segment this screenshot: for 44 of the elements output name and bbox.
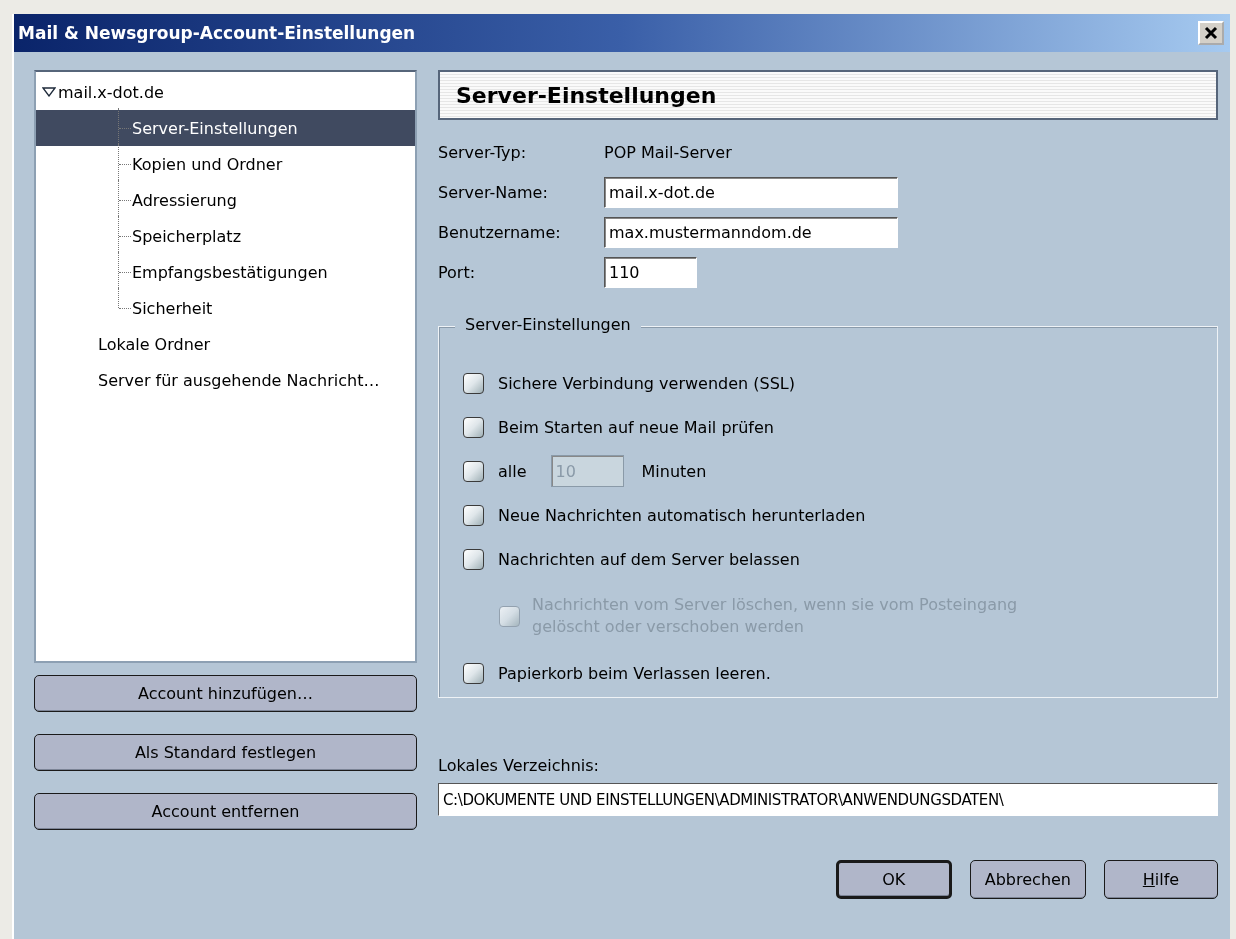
- group-legend: Server-Einstellungen: [455, 315, 641, 334]
- checkbox[interactable]: [463, 548, 484, 570]
- tree-item[interactable]: Empfangsbestätigungen: [36, 254, 415, 290]
- dialog-button[interactable]: OK: [835, 860, 952, 899]
- checkbox-label: Neue Nachrichten automatisch herunterladen: [498, 505, 866, 525]
- unit-label: Minuten: [641, 461, 707, 481]
- dialog-button[interactable]: Hilfe: [1104, 860, 1218, 899]
- checkbox-label: alle: [498, 461, 527, 481]
- server-type-value: POP Mail-Server: [604, 141, 733, 164]
- dialog-button[interactable]: Abbrechen: [969, 860, 1086, 899]
- account-button[interactable]: Als Standard festlegen: [34, 734, 417, 771]
- tree-item[interactable]: Lokale Ordner: [36, 326, 415, 362]
- tree-item[interactable]: Kopien und Ordner: [36, 146, 415, 182]
- checkbox[interactable]: [463, 460, 484, 482]
- field-label: Server-Typ:: [438, 141, 528, 164]
- tree-item[interactable]: Server für ausgehende Nachricht…: [36, 362, 415, 398]
- field-label: Server-Name:: [438, 181, 549, 204]
- checkbox[interactable]: [463, 372, 484, 394]
- tree-item[interactable]: mail.x-dot.de: [36, 74, 415, 110]
- window-title: Mail & Newsgroup-Account-Einstellungen: [18, 23, 416, 43]
- directory-field[interactable]: C:\DOKUMENTE UND EINSTELLUNGEN\ADMINISTRATOR\ANWENDUNGSDATEN\: [438, 783, 1218, 816]
- account-button[interactable]: Account hinzufügen…: [34, 675, 417, 712]
- checkbox[interactable]: [463, 662, 484, 684]
- field-label: Lokales Verzeichnis:: [438, 756, 600, 775]
- checkbox-label: Papierkorb beim Verlassen leeren.: [498, 663, 771, 683]
- tree-item[interactable]: Sicherheit: [36, 290, 415, 326]
- account-button[interactable]: Account entfernen: [34, 793, 417, 830]
- tree-item[interactable]: Server-Einstellungen: [36, 110, 415, 146]
- checkbox[interactable]: [463, 416, 484, 438]
- checkbox-label: Nachrichten auf dem Server belassen: [498, 549, 800, 569]
- input-field[interactable]: max.mustermanndom.de: [604, 216, 898, 248]
- field-label: Benutzername:: [438, 221, 562, 244]
- expand-triangle-icon[interactable]: [42, 87, 56, 97]
- checkbox-label: Beim Starten auf neue Mail prüfen: [498, 417, 774, 437]
- input-field[interactable]: 110: [604, 256, 697, 288]
- checkbox-label: Sichere Verbindung verwenden (SSL): [498, 373, 795, 393]
- close-icon: [1204, 26, 1218, 40]
- field-label: Port:: [438, 261, 477, 284]
- input-field[interactable]: mail.x-dot.de: [604, 176, 898, 208]
- panel-header: Server-Einstellungen: [438, 70, 1218, 120]
- checkbox[interactable]: [463, 504, 484, 526]
- close-button[interactable]: [1198, 21, 1224, 45]
- tree-item[interactable]: Adressierung: [36, 182, 415, 218]
- tree-item[interactable]: Speicherplatz: [36, 218, 415, 254]
